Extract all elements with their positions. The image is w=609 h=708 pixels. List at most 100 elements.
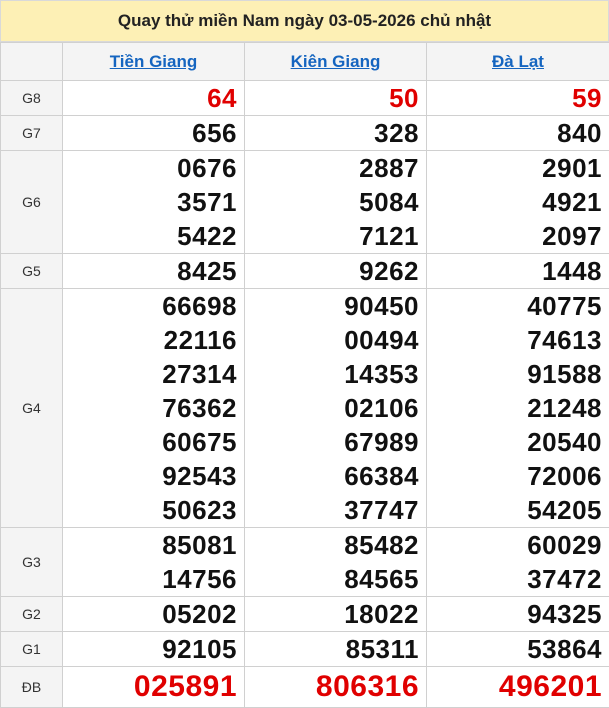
prize-label: G8 — [1, 81, 63, 116]
prize-number: 21248 — [427, 391, 602, 425]
prize-number: 05202 — [63, 597, 237, 631]
prize-cell: 290149212097 — [427, 151, 609, 254]
prize-row: G8645059 — [1, 81, 609, 116]
prize-label: G7 — [1, 116, 63, 151]
prize-label: G6 — [1, 151, 63, 254]
prize-number: 14756 — [63, 562, 237, 596]
prize-row: G7656328840 — [1, 116, 609, 151]
prize-cell: 40775746139158821248205407200654205 — [427, 289, 609, 528]
prize-number: 0676 — [63, 151, 237, 185]
prize-number: 9262 — [245, 254, 419, 288]
prize-label: G5 — [1, 254, 63, 289]
prize-number: 20540 — [427, 425, 602, 459]
prize-number: 2097 — [427, 219, 602, 253]
prize-number: 5084 — [245, 185, 419, 219]
prize-cell: 8548284565 — [245, 528, 427, 597]
prize-number: 806316 — [245, 667, 419, 707]
prize-number: 92543 — [63, 459, 237, 493]
prize-number: 1448 — [427, 254, 602, 288]
prize-number: 37747 — [245, 493, 419, 527]
prize-number: 840 — [427, 116, 602, 150]
prize-cell: 067635715422 — [63, 151, 245, 254]
prize-cell: 840 — [427, 116, 609, 151]
prize-cell: 1448 — [427, 254, 609, 289]
prize-cell: 8508114756 — [63, 528, 245, 597]
prize-number: 54205 — [427, 493, 602, 527]
prize-row: G6067635715422288750847121290149212097 — [1, 151, 609, 254]
prize-cell: 9262 — [245, 254, 427, 289]
prize-row: G2052021802294325 — [1, 597, 609, 632]
prize-number: 27314 — [63, 357, 237, 391]
prize-cell: 18022 — [245, 597, 427, 632]
prize-number: 91588 — [427, 357, 602, 391]
prize-number: 67989 — [245, 425, 419, 459]
prize-cell: 6002937472 — [427, 528, 609, 597]
prize-number: 025891 — [63, 667, 237, 707]
prize-row: G466698221162731476362606759254350623904… — [1, 289, 609, 528]
prize-number: 00494 — [245, 323, 419, 357]
prize-number: 7121 — [245, 219, 419, 253]
prize-cell: 656 — [63, 116, 245, 151]
prize-number: 656 — [63, 116, 237, 150]
province-header-row: Tiền Giang Kiên Giang Đà Lạt — [1, 43, 609, 81]
prize-cell: 496201 — [427, 667, 609, 708]
prize-cell: 59 — [427, 81, 609, 116]
prize-number: 59 — [427, 81, 602, 115]
prize-label: G4 — [1, 289, 63, 528]
prize-number: 496201 — [427, 667, 602, 707]
prize-cell: 50 — [245, 81, 427, 116]
prize-number: 14353 — [245, 357, 419, 391]
prize-number: 60029 — [427, 528, 602, 562]
prize-cell: 05202 — [63, 597, 245, 632]
prize-number: 37472 — [427, 562, 602, 596]
lottery-results: Quay thử miền Nam ngày 03-05-2026 chủ nh… — [0, 0, 609, 704]
prize-number: 66384 — [245, 459, 419, 493]
prize-row: G5842592621448 — [1, 254, 609, 289]
province-link-tien-giang[interactable]: Tiền Giang — [110, 52, 198, 71]
corner-cell — [1, 43, 63, 81]
prize-number: 60675 — [63, 425, 237, 459]
prize-label: G1 — [1, 632, 63, 667]
province-link-da-lat[interactable]: Đà Lạt — [492, 52, 544, 71]
prize-cell: 66698221162731476362606759254350623 — [63, 289, 245, 528]
prize-cell: 8425 — [63, 254, 245, 289]
prize-cell: 92105 — [63, 632, 245, 667]
prize-cell: 64 — [63, 81, 245, 116]
province-header: Kiên Giang — [245, 43, 427, 81]
prize-number: 2887 — [245, 151, 419, 185]
prize-cell: 288750847121 — [245, 151, 427, 254]
prize-label: G2 — [1, 597, 63, 632]
prize-number: 8425 — [63, 254, 237, 288]
prize-number: 40775 — [427, 289, 602, 323]
prize-number: 84565 — [245, 562, 419, 596]
prize-number: 92105 — [63, 632, 237, 666]
prize-number: 76362 — [63, 391, 237, 425]
prize-number: 3571 — [63, 185, 237, 219]
prize-row: ĐB025891806316496201 — [1, 667, 609, 708]
prize-cell: 806316 — [245, 667, 427, 708]
prize-number: 18022 — [245, 597, 419, 631]
prize-number: 85311 — [245, 632, 419, 666]
prize-label: ĐB — [1, 667, 63, 708]
prize-number: 85482 — [245, 528, 419, 562]
prize-number: 5422 — [63, 219, 237, 253]
prize-number: 53864 — [427, 632, 602, 666]
prize-cell: 328 — [245, 116, 427, 151]
prize-number: 50623 — [63, 493, 237, 527]
page-title: Quay thử miền Nam ngày 03-05-2026 chủ nh… — [0, 0, 609, 42]
province-header: Tiền Giang — [63, 43, 245, 81]
prize-number: 64 — [63, 81, 237, 115]
prize-cell: 53864 — [427, 632, 609, 667]
prize-number: 85081 — [63, 528, 237, 562]
prize-number: 72006 — [427, 459, 602, 493]
prize-number: 94325 — [427, 597, 602, 631]
province-link-kien-giang[interactable]: Kiên Giang — [291, 52, 381, 71]
prize-number: 66698 — [63, 289, 237, 323]
prize-number: 4921 — [427, 185, 602, 219]
prize-row: G3850811475685482845656002937472 — [1, 528, 609, 597]
prize-number: 328 — [245, 116, 419, 150]
prize-number: 22116 — [63, 323, 237, 357]
province-header: Đà Lạt — [427, 43, 609, 81]
prize-label: G3 — [1, 528, 63, 597]
results-table: Tiền Giang Kiên Giang Đà Lạt G8645059G76… — [0, 42, 609, 708]
